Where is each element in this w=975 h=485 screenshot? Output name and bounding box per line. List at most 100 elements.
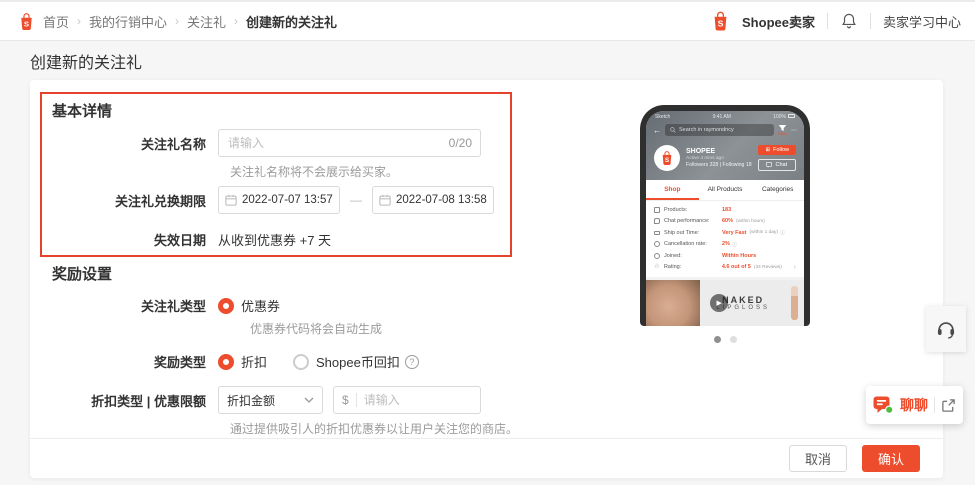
section-title-basic: 基本详情 xyxy=(52,100,112,121)
info-icon: ⓘ xyxy=(780,229,785,236)
shopee-logo-icon[interactable]: S xyxy=(18,12,35,31)
info-icon: ⓘ xyxy=(732,241,737,248)
phone-search-input[interactable]: Search in raymondncy xyxy=(665,124,774,136)
divider xyxy=(827,13,828,29)
discount-amount-input[interactable] xyxy=(364,393,454,407)
discount-radio[interactable] xyxy=(218,354,234,370)
top-bar: S 首页 › 我的行销中心 › 关注礼 › 创建新的关注礼 S Shopee卖家… xyxy=(0,0,975,41)
shop-buttons: ⊞ Follow Chat xyxy=(758,145,796,171)
shop-video-banner: NAKED LIPGLOSS ▶ xyxy=(646,280,804,326)
shop-avatar: S xyxy=(654,145,680,171)
cancellation-icon xyxy=(654,241,660,247)
chat-bubble-icon xyxy=(766,162,772,168)
period-end-value: 2022-07-08 13:58 xyxy=(396,194,487,206)
webchat-label: 聊聊 xyxy=(900,395,928,415)
tab-all-products[interactable]: All Products xyxy=(699,180,752,200)
coins-help-icon[interactable]: ? xyxy=(405,355,419,369)
name-label: 关注礼名称 xyxy=(30,134,218,153)
carousel-dot[interactable] xyxy=(730,336,737,343)
breadcrumb-marketing-centre[interactable]: 我的行销中心 xyxy=(89,12,167,31)
coins-cashback-radio-label[interactable]: Shopee币回扣 xyxy=(316,352,400,371)
discount-type-label: 折扣类型 | 优惠限额 xyxy=(30,391,218,410)
products-icon xyxy=(654,207,660,213)
lipgloss-product-image xyxy=(791,286,798,319)
carousel-dot-active[interactable] xyxy=(714,336,721,343)
divider xyxy=(934,397,935,413)
discount-type-selected-value: 折扣金额 xyxy=(227,392,275,409)
shop-preview: Sketch 9:41 AM 100% ← Search in raymondn… xyxy=(640,105,810,343)
period-dash: — xyxy=(350,193,362,207)
phone-search-placeholder: Search in raymondncy xyxy=(679,127,734,133)
filter-icon[interactable]: Filter xyxy=(778,124,787,136)
confirm-button[interactable]: 确认 xyxy=(862,445,920,472)
period-label: 关注礼兑换期限 xyxy=(30,191,218,210)
phone-tabs: Shop All Products Categories xyxy=(646,180,804,201)
breadcrumb-follow-prize[interactable]: 关注礼 xyxy=(187,12,226,31)
brand-name[interactable]: Shopee卖家 xyxy=(742,12,815,31)
webchat-widget[interactable]: 聊聊 xyxy=(866,386,963,424)
clock-label: 9:41 AM xyxy=(713,114,731,120)
expiry-value: 从收到优惠券 +7 天 xyxy=(218,230,331,249)
follow-plus-icon: ⊞ xyxy=(765,147,770,153)
divider xyxy=(356,393,357,407)
svg-text:S: S xyxy=(665,157,670,164)
svg-text:S: S xyxy=(718,19,724,29)
breadcrumb-separator: › xyxy=(175,14,179,28)
coins-cashback-radio[interactable] xyxy=(293,354,309,370)
more-options-icon[interactable]: ⋯ xyxy=(791,127,797,134)
page-title: 创建新的关注礼 xyxy=(30,49,142,73)
voucher-radio-label[interactable]: 优惠券 xyxy=(241,296,280,315)
voucher-radio[interactable] xyxy=(218,298,234,314)
carrier-label: Sketch xyxy=(655,114,670,120)
cancel-button[interactable]: 取消 xyxy=(789,445,847,472)
back-arrow-icon[interactable]: ← xyxy=(653,126,661,135)
breadcrumb-home[interactable]: 首页 xyxy=(43,12,69,31)
expiry-row: 失效日期 从收到优惠券 +7 天 xyxy=(30,230,331,249)
shop-chat-button[interactable]: Chat xyxy=(758,159,796,171)
divider xyxy=(870,13,871,29)
stat-row-chat-performance: Chat performance: 60% (within hours) xyxy=(646,216,804,228)
play-button[interactable]: ▶ xyxy=(710,294,728,312)
discount-amount-box: $ xyxy=(333,386,481,414)
currency-symbol: $ xyxy=(342,393,349,407)
chevron-right-icon[interactable]: › xyxy=(794,264,796,271)
headset-icon xyxy=(935,318,957,340)
follow-button[interactable]: ⊞ Follow xyxy=(758,145,796,155)
chevron-down-icon xyxy=(304,397,314,403)
shop-text-block: SHOPEE Active 4 mins ago Followers 328 |… xyxy=(686,148,752,168)
calendar-icon xyxy=(225,194,237,206)
learning-center-link[interactable]: 卖家学习中心 xyxy=(883,12,961,31)
name-char-counter: 0/20 xyxy=(449,136,472,150)
carousel-dots xyxy=(640,336,810,343)
calendar-icon xyxy=(379,194,391,206)
search-icon xyxy=(670,127,676,133)
name-help-text: 关注礼名称将不会展示给买家。 xyxy=(230,163,398,180)
shop-stats-list: Products: 183 Chat performance: 60% (wit… xyxy=(646,201,804,280)
name-input[interactable] xyxy=(218,129,481,157)
support-headset-button[interactable] xyxy=(926,306,966,352)
breadcrumb: S 首页 › 我的行销中心 › 关注礼 › 创建新的关注礼 xyxy=(18,12,337,31)
model-face-image xyxy=(646,280,700,326)
voucher-help-text: 优惠券代码将会自动生成 xyxy=(250,320,382,337)
period-row: 关注礼兑换期限 2022-07-07 13:57 — 2022-07-08 13… xyxy=(30,186,494,214)
joined-icon xyxy=(654,253,660,259)
breadcrumb-separator: › xyxy=(77,14,81,28)
phone-shop-header: Sketch 9:41 AM 100% ← Search in raymondn… xyxy=(646,111,804,180)
gift-type-row: 关注礼类型 优惠券 xyxy=(30,296,280,315)
discount-radio-label[interactable]: 折扣 xyxy=(241,352,267,371)
stat-row-rating: ☆ Rating: 4.6 out of 5 (34 Reviews) › xyxy=(646,262,804,274)
period-start-input[interactable]: 2022-07-07 13:57 xyxy=(218,186,340,214)
form-footer: 取消 确认 xyxy=(30,438,943,478)
period-end-input[interactable]: 2022-07-08 13:58 xyxy=(372,186,494,214)
tab-shop[interactable]: Shop xyxy=(646,180,699,200)
phone-search-row: ← Search in raymondncy Filter ⋯ xyxy=(646,121,804,140)
tab-categories[interactable]: Categories xyxy=(751,180,804,200)
rating-star-icon: ☆ xyxy=(654,264,660,271)
popout-icon[interactable] xyxy=(941,398,956,413)
top-bar-right: S Shopee卖家 卖家学习中心 xyxy=(711,10,961,32)
discount-type-select[interactable]: 折扣金额 xyxy=(218,386,323,414)
notification-bell-icon[interactable] xyxy=(840,12,858,30)
breadcrumb-current: 创建新的关注礼 xyxy=(246,12,337,31)
chat-performance-icon xyxy=(654,218,660,224)
name-row: 关注礼名称 0/20 xyxy=(30,129,481,157)
